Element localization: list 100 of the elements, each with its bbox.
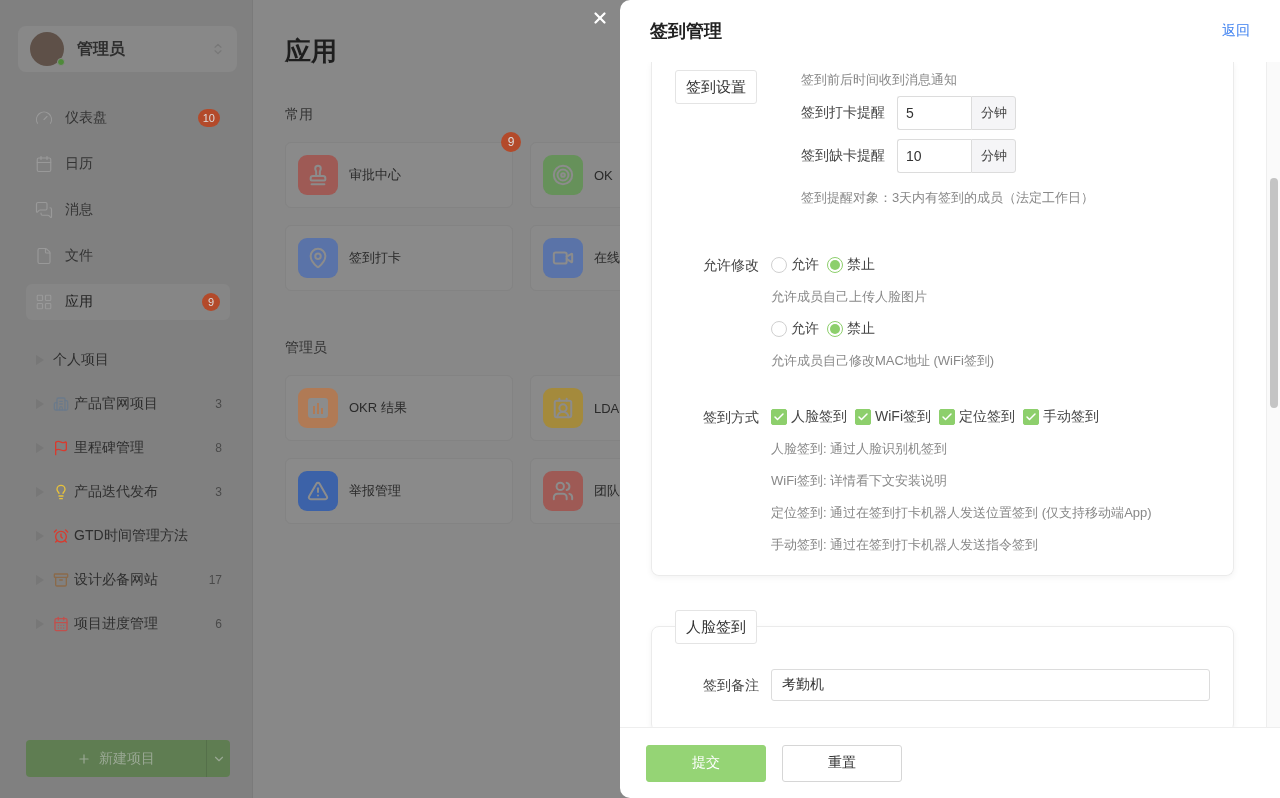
scrollbar-thumb[interactable] xyxy=(1270,178,1278,408)
radio[interactable] xyxy=(827,321,843,337)
gauge-icon xyxy=(35,109,53,127)
lightbulb-icon xyxy=(53,484,69,500)
section-legend: 人脸签到 xyxy=(675,610,757,644)
app-card[interactable]: OKR 结果 xyxy=(285,375,513,441)
target-icon xyxy=(552,164,574,186)
radio-option[interactable]: 允许 xyxy=(771,320,819,338)
app-label: OKR 结果 xyxy=(349,399,407,417)
count-badge: 9 xyxy=(202,293,220,311)
contact-card-icon xyxy=(552,397,574,419)
user-switcher[interactable]: 管理员 xyxy=(18,26,237,72)
app-label: 审批中心 xyxy=(349,166,401,184)
field-label: 签到方式 xyxy=(702,408,759,427)
app-label: OK xyxy=(594,167,613,183)
app-card[interactable]: 签到打卡 xyxy=(285,225,513,291)
app-card[interactable]: LDA xyxy=(530,375,620,441)
hint-text: WiFi签到: 详情看下文安装说明 xyxy=(771,472,949,490)
nav-item[interactable]: 日历 xyxy=(26,146,230,182)
section-legend: 签到设置 xyxy=(675,70,757,104)
plus-icon xyxy=(77,751,91,766)
calendar-icon xyxy=(35,155,53,173)
hint-text: 允许成员自己上传人脸图片 xyxy=(771,288,928,306)
project-label: 产品官网项目 xyxy=(74,395,159,413)
app-label: 签到打卡 xyxy=(349,249,401,267)
section-title: 管理员 xyxy=(285,339,328,357)
scrollbar[interactable] xyxy=(1266,62,1280,727)
checkbox[interactable] xyxy=(939,409,955,425)
bar-chart-icon xyxy=(307,397,329,419)
checkbox[interactable] xyxy=(771,409,787,425)
file-icon xyxy=(35,247,53,265)
count-badge: 10 xyxy=(197,109,220,127)
warning-icon xyxy=(307,480,329,502)
radio[interactable] xyxy=(771,321,787,337)
radio[interactable] xyxy=(827,257,843,273)
unit-addon: 分钟 xyxy=(971,139,1016,173)
project-label: 项目进度管理 xyxy=(74,615,159,633)
hint-text: 签到提醒对象：3天内有签到的成员（法定工作日） xyxy=(801,189,1095,207)
checkbox-option[interactable]: WiFi签到 xyxy=(855,408,931,426)
app-label: LDA xyxy=(594,400,620,416)
cabinet-icon xyxy=(53,572,69,588)
stamp-icon xyxy=(307,164,329,186)
hint-text: 允许成员自己修改MAC地址 (WiFi签到) xyxy=(771,352,996,370)
checkbox-option[interactable]: 人脸签到 xyxy=(771,408,847,426)
check-icon xyxy=(857,411,869,423)
app-card[interactable]: 团队 xyxy=(530,458,620,524)
app-label: 举报管理 xyxy=(349,482,401,500)
nav-item[interactable]: 仪表盘 10 xyxy=(26,100,230,136)
hint-text: 手动签到: 通过在签到打卡机器人发送指令签到 xyxy=(771,536,1040,554)
project-item[interactable]: 个人项目 xyxy=(36,348,222,372)
checkbox-option[interactable]: 手动签到 xyxy=(1023,408,1099,426)
project-label: 个人项目 xyxy=(53,351,110,369)
user-name: 管理员 xyxy=(77,38,126,59)
nav-label: 仪表盘 xyxy=(65,109,108,127)
nav-item[interactable]: 应用 9 xyxy=(26,284,230,320)
chat-icon xyxy=(35,201,53,219)
hint-text: 人脸签到: 通过人脸识别机签到 xyxy=(771,440,949,458)
back-link[interactable]: 返回 xyxy=(1222,22,1250,40)
nav-item[interactable]: 消息 xyxy=(26,192,230,228)
check-icon xyxy=(773,411,785,423)
app-card[interactable]: 在线 xyxy=(530,225,620,291)
nav-item[interactable]: 文件 xyxy=(26,238,230,274)
project-label: 设计必备网站 xyxy=(74,571,159,589)
radio-option[interactable]: 禁止 xyxy=(827,320,875,338)
hint-text: 定位签到: 通过在签到打卡机器人发送位置签到 (仅支持移动端App) xyxy=(771,504,1153,522)
check-icon xyxy=(1025,411,1037,423)
checkbox[interactable] xyxy=(855,409,871,425)
checkbox-option[interactable]: 定位签到 xyxy=(939,408,1015,426)
count-badge: 9 xyxy=(501,132,521,152)
remark-field[interactable]: 考勤机 xyxy=(771,669,1210,701)
minutes-field[interactable]: 5 xyxy=(897,96,971,130)
page-title: 应用 xyxy=(285,35,338,68)
field-label: 签到打卡提醒 xyxy=(801,104,885,122)
reset-button[interactable]: 重置 xyxy=(782,744,902,782)
nav-label: 消息 xyxy=(65,201,94,219)
project-label: 里程碑管理 xyxy=(74,439,145,457)
nav-label: 应用 xyxy=(65,293,94,311)
checkbox[interactable] xyxy=(1023,409,1039,425)
radio-option[interactable]: 禁止 xyxy=(827,256,875,274)
project-item[interactable]: GTD时间管理方法 xyxy=(36,524,222,548)
app-label: 在线 xyxy=(594,249,620,267)
alarm-clock-icon xyxy=(53,528,69,544)
minutes-field[interactable]: 10 xyxy=(897,139,971,173)
drawer-title: 签到管理 xyxy=(650,20,722,43)
flag-icon xyxy=(53,440,69,456)
radio-option[interactable]: 允许 xyxy=(771,256,819,274)
app-card[interactable]: 举报管理 xyxy=(285,458,513,524)
map-pin-icon xyxy=(307,247,329,269)
app-card[interactable]: OK xyxy=(530,142,620,208)
app-label: 团队 xyxy=(594,482,620,500)
project-label: 产品迭代发布 xyxy=(74,483,159,501)
users-icon xyxy=(552,480,574,502)
nav-label: 文件 xyxy=(65,247,94,265)
unit-addon: 分钟 xyxy=(971,96,1016,130)
field-label: 允许修改 xyxy=(702,256,759,275)
calendar-icon xyxy=(53,616,69,632)
hint-text: 签到前后时间收到消息通知 xyxy=(801,71,958,89)
field-label: 签到备注 xyxy=(702,676,759,695)
section-title: 常用 xyxy=(285,106,314,124)
radio[interactable] xyxy=(771,257,787,273)
